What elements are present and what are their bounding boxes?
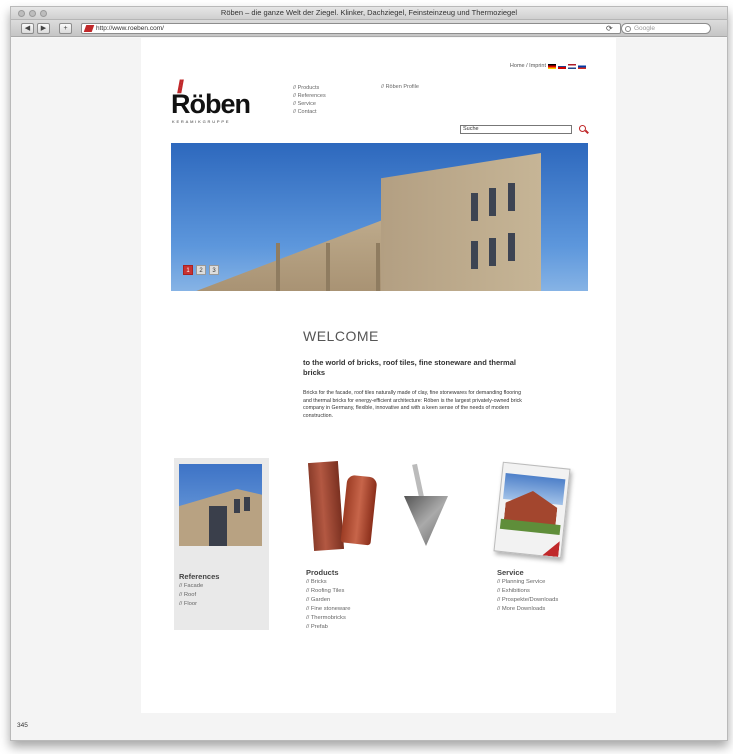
roeben-logo[interactable]: // Röben KERAMIKGRUPPE [171, 78, 271, 125]
hero-building-tower [381, 153, 541, 291]
site-search-input[interactable]: Suche [460, 125, 572, 134]
nav-products[interactable]: // Products [293, 84, 326, 92]
welcome-section: WELCOME to the world of bricks, roof til… [303, 328, 528, 420]
browser-search-placeholder: Google [634, 25, 655, 32]
hero-window [489, 188, 496, 216]
products-image[interactable] [306, 456, 471, 556]
service-link-downloads[interactable]: // Prospekte/Downloads [497, 596, 597, 605]
nav-service[interactable]: // Service [293, 100, 326, 108]
secondary-nav: // Röben Profile [381, 84, 419, 90]
service-link-planning[interactable]: // Planning Service [497, 578, 597, 587]
products-link-roofing-tiles[interactable]: // Roofing Tiles [306, 587, 350, 596]
reload-icon[interactable]: ⟳ [606, 23, 613, 34]
hero-window [508, 183, 515, 211]
forward-button[interactable]: ▶ [37, 23, 50, 34]
status-text: 345 [17, 722, 28, 729]
ref-window [234, 499, 240, 513]
references-box: References // Facade // Roof // Floor [174, 458, 269, 630]
service-links: Service // Planning Service // Exhibitio… [497, 568, 597, 614]
nav-references[interactable]: // References [293, 92, 326, 100]
hero-slider: 1 2 3 [171, 143, 588, 291]
flag-german-icon[interactable] [548, 63, 556, 69]
flag-english-icon[interactable] [558, 63, 566, 69]
hero-window [471, 193, 478, 221]
ref-glass [209, 506, 227, 546]
logo-subline: KERAMIKGRUPPE [172, 119, 231, 124]
add-bookmark-button[interactable]: + [59, 23, 72, 34]
references-link-roof[interactable]: // Roof [179, 591, 219, 600]
brick-image [307, 461, 345, 551]
browser-toolbar: ◀ ▶ + http://www.roeben.com/ ⟳ Google [11, 20, 727, 37]
references-image[interactable] [179, 464, 262, 546]
service-title[interactable]: Service [497, 568, 597, 578]
products-link-bricks[interactable]: // Bricks [306, 578, 350, 587]
service-brochure-image[interactable] [493, 461, 571, 559]
references-link-facade[interactable]: // Facade [179, 582, 219, 591]
service-link-more-downloads[interactable]: // More Downloads [497, 605, 597, 614]
products-link-prefab[interactable]: // Prefab [306, 623, 350, 632]
screenshot-stage: Röben – die ganze Welt der Ziegel. Klink… [0, 0, 733, 754]
welcome-body: Bricks for the facade, roof tiles natura… [303, 390, 522, 419]
browser-viewport: Home / Imprint // Röben KERAMIKGRUPPE //… [11, 38, 727, 740]
browser-statusbar: 345 [11, 720, 727, 740]
welcome-heading: WELCOME [303, 328, 379, 344]
hero-column [276, 243, 280, 291]
favicon-icon [83, 25, 95, 32]
service-link-exhibitions[interactable]: // Exhibitions [497, 587, 597, 596]
products-link-fine-stoneware[interactable]: // Fine stoneware [306, 605, 350, 614]
products-link-thermobricks[interactable]: // Thermobricks [306, 614, 350, 623]
hero-column [326, 243, 330, 291]
language-bar: Home / Imprint [510, 63, 586, 69]
references-title[interactable]: References [179, 572, 219, 582]
roof-tile-image [340, 474, 378, 546]
trowel-blade [404, 496, 448, 546]
hero-window [489, 238, 496, 266]
nav-contact[interactable]: // Contact [293, 108, 326, 116]
hero-window [508, 233, 515, 261]
slider-page-2[interactable]: 2 [196, 265, 206, 275]
references-link-floor[interactable]: // Floor [179, 600, 219, 609]
products-title[interactable]: Products [306, 568, 350, 578]
flag-russian-icon[interactable] [578, 63, 586, 69]
products-link-garden[interactable]: // Garden [306, 596, 350, 605]
slider-page-1[interactable]: 1 [183, 265, 193, 275]
magnifier-icon [625, 26, 631, 32]
products-links: Products // Bricks // Roofing Tiles // G… [306, 568, 350, 632]
web-page: Home / Imprint // Röben KERAMIKGRUPPE //… [141, 38, 616, 713]
browser-window: Röben – die ganze Welt der Ziegel. Klink… [10, 6, 728, 741]
logo-wordmark: Röben [171, 89, 251, 119]
references-links: References // Facade // Roof // Floor [179, 572, 219, 609]
back-button[interactable]: ◀ [21, 23, 34, 34]
hero-window [471, 241, 478, 269]
main-nav: // Products // References // Service // … [293, 84, 326, 116]
window-title: Röben – die ganze Welt der Ziegel. Klink… [220, 8, 518, 17]
nav-roeben-profile[interactable]: // Röben Profile [381, 84, 419, 90]
welcome-subtitle: to the world of bricks, roof tiles, fine… [303, 358, 516, 377]
slider-pagination: 1 2 3 [183, 265, 219, 275]
address-bar[interactable]: http://www.roeben.com/ [81, 23, 621, 34]
address-url: http://www.roeben.com/ [96, 25, 164, 32]
home-imprint-link[interactable]: Home / Imprint [510, 63, 546, 69]
hero-column [376, 243, 380, 291]
browser-search-field[interactable]: Google [621, 23, 711, 34]
flag-dutch-icon[interactable] [568, 63, 576, 69]
ref-window [244, 497, 250, 511]
brochure-corner [542, 539, 560, 557]
search-icon[interactable] [579, 125, 586, 132]
window-titlebar: Röben – die ganze Welt der Ziegel. Klink… [11, 7, 727, 20]
slider-page-3[interactable]: 3 [209, 265, 219, 275]
